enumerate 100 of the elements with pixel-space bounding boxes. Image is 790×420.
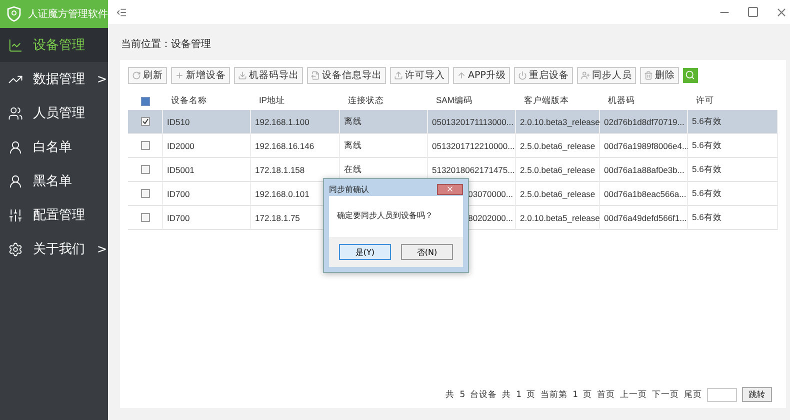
- toolbar-button[interactable]: 机器码导出: [234, 66, 303, 84]
- pagination-text: 共: [502, 388, 512, 400]
- table-cell: 172.18.1.158: [251, 158, 340, 182]
- power-icon: [518, 70, 527, 80]
- column-header: 连接状态: [347, 94, 385, 107]
- table-cell: 2.5.0.beta6_release: [516, 158, 600, 182]
- table-row-cell[interactable]: [128, 158, 163, 182]
- sidebar-item[interactable]: 关于我们 >: [0, 232, 108, 266]
- dialog-close-button[interactable]: [437, 184, 463, 194]
- table-cell: ID5001: [163, 158, 251, 182]
- download-icon: [238, 70, 247, 80]
- people-icon: [8, 106, 23, 120]
- settings-icon: [8, 242, 23, 256]
- table-cell: 192.168.16.146: [251, 134, 340, 158]
- toolbar-button[interactable]: APP升级: [453, 66, 510, 84]
- row-checkbox[interactable]: [140, 117, 150, 126]
- pagination-text: 1: [516, 390, 522, 400]
- table-row-cell[interactable]: [128, 206, 163, 230]
- table-cell: 5.6有效: [688, 206, 778, 230]
- column-header: 机器码: [607, 94, 636, 107]
- table-cell: 5.6有效: [688, 182, 778, 206]
- dialog-button[interactable]: 否(N): [401, 244, 453, 260]
- sidebar-item[interactable]: 数据管理 >: [0, 62, 108, 96]
- close-icon[interactable]: [775, 6, 788, 18]
- go-button[interactable]: 跳转: [742, 387, 772, 402]
- app-title: 人证魔方管理软件: [28, 8, 108, 21]
- sidebar-item[interactable]: 黑名单: [0, 164, 108, 198]
- sidebar-item[interactable]: 设备管理: [0, 28, 108, 62]
- pagination-text: 台设备: [470, 388, 498, 400]
- toolbar-button[interactable]: 重启设备: [514, 66, 573, 84]
- toolbar-button[interactable]: 删除: [640, 66, 679, 84]
- table-cell: 2.0.10.beta3_release: [516, 110, 600, 134]
- table-row-cell[interactable]: [128, 182, 163, 206]
- table-cell: 离线: [340, 134, 428, 158]
- arrow-up-icon: [457, 70, 466, 80]
- upload-icon: [394, 70, 403, 80]
- maximize-icon[interactable]: [747, 6, 759, 18]
- row-checkbox[interactable]: [140, 141, 150, 150]
- table-cell: ID700: [163, 206, 251, 230]
- column-header: 设备名称: [170, 94, 208, 107]
- refresh-icon: [132, 70, 141, 80]
- table-cell: 2.5.0.beta6_release: [516, 182, 600, 206]
- page-link[interactable]: 首页: [597, 388, 615, 400]
- page-link[interactable]: 下一页: [652, 388, 679, 400]
- column-header: SAM编码: [435, 94, 474, 107]
- toolbar-button[interactable]: 设备信息导出: [307, 66, 386, 84]
- sidebar-item[interactable]: 配置管理: [0, 198, 108, 232]
- table-cell: 0513201712210000...: [428, 134, 516, 158]
- table-row-cell[interactable]: [128, 110, 163, 134]
- select-all-checkbox[interactable]: [141, 96, 150, 106]
- dialog-button[interactable]: 是(Y): [339, 244, 391, 260]
- close-icon: [446, 185, 454, 193]
- table-cell: 离线: [340, 110, 428, 134]
- person-icon: [8, 140, 23, 154]
- shield-logo-icon: [6, 6, 22, 22]
- table-cell: 5.6有效: [688, 110, 778, 134]
- table-cell: 00d76a49defd566f1...: [600, 206, 688, 230]
- pagination-text: 页: [526, 388, 536, 400]
- person-plus-icon: [580, 70, 590, 80]
- pagination-text: 5: [460, 390, 466, 400]
- page-link[interactable]: 尾页: [684, 388, 702, 400]
- table-cell: 2.0.10.beta5_release: [516, 206, 600, 230]
- column-header: IP地址: [258, 94, 286, 107]
- chart-icon: [8, 38, 23, 52]
- page-input[interactable]: [707, 388, 737, 402]
- table-cell: 02d76b1d8df70719...: [600, 110, 688, 134]
- pagination-text: 页: [583, 388, 592, 400]
- toolbar-button[interactable]: 同步人员: [576, 66, 636, 84]
- pagination-text: 共: [446, 388, 455, 400]
- row-checkbox[interactable]: [140, 213, 150, 222]
- page-link[interactable]: 上一页: [620, 388, 647, 400]
- table-row-cell[interactable]: [128, 134, 163, 158]
- person-icon: [8, 174, 23, 188]
- table-cell: ID2000: [163, 134, 251, 158]
- toolbar-button[interactable]: 刷新: [128, 66, 167, 84]
- table-cell: 00d76a1989f8006e4...: [600, 134, 688, 158]
- table-cell: 192.168.1.100: [251, 110, 340, 134]
- document-icon: [311, 70, 320, 80]
- sliders-icon: [8, 208, 23, 222]
- table-cell: 5.6有效: [688, 134, 778, 158]
- table-cell: 2.5.0.beta6_release: [516, 134, 600, 158]
- table-cell: 5.6有效: [688, 158, 778, 182]
- row-checkbox[interactable]: [140, 165, 150, 174]
- table-cell: ID510: [163, 110, 251, 134]
- collapse-menu-icon[interactable]: [116, 6, 127, 18]
- sidebar-item[interactable]: 人员管理: [0, 96, 108, 130]
- toolbar-button[interactable]: 新增设备: [171, 66, 230, 84]
- table-cell: ID700: [163, 182, 251, 206]
- search-button[interactable]: [682, 68, 698, 82]
- pagination-text: 1: [572, 390, 578, 400]
- table-cell: 00d76a1a88af0e3b...: [600, 158, 688, 182]
- column-header: 客户端版本: [523, 94, 570, 107]
- column-header: 许可: [695, 94, 715, 107]
- toolbar-button[interactable]: 许可导入: [390, 66, 449, 84]
- table-cell: 00d76a1b8eac566a...: [600, 182, 688, 206]
- pagination-text: 当前第: [540, 388, 568, 400]
- trash-icon: [644, 70, 653, 80]
- sidebar-item[interactable]: 白名单: [0, 130, 108, 164]
- row-checkbox[interactable]: [140, 189, 150, 198]
- table-cell: 0501320171113000...: [428, 110, 516, 134]
